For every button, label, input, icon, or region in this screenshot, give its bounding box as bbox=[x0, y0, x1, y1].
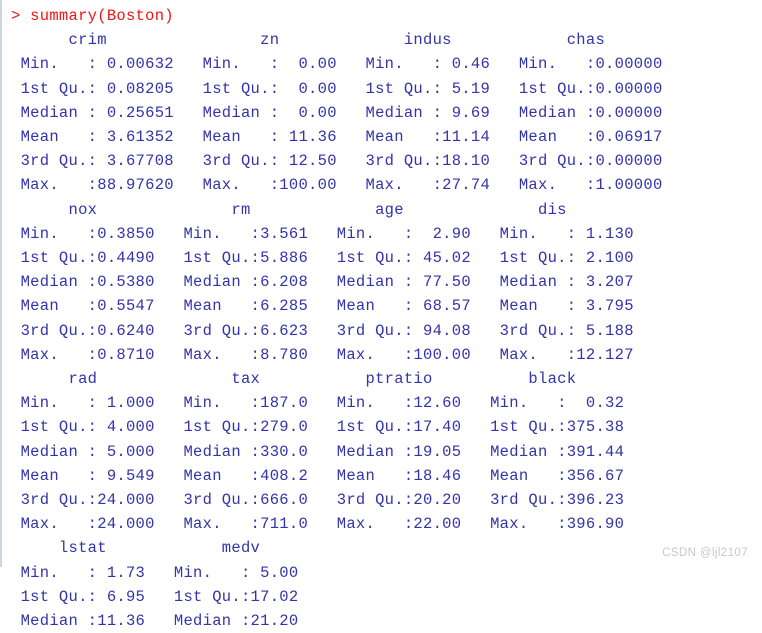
output-line: Min. : 0.00632 Min. : 0.00 Min. : 0.46 M… bbox=[11, 55, 682, 74]
output-line: 3rd Qu.:24.000 3rd Qu.:666.0 3rd Qu.:20.… bbox=[11, 491, 644, 510]
output-line: Max. :88.97620 Max. :100.00 Max. :27.74 … bbox=[11, 176, 682, 195]
csdn-watermark: CSDN @ljl2107 bbox=[662, 547, 748, 559]
output-line: Median :11.36 Median :21.20 bbox=[11, 612, 318, 631]
output-line: Median :0.5380 Median :6.208 Median : 77… bbox=[11, 273, 653, 292]
output-line: crim zn indus chas bbox=[11, 31, 682, 50]
output-line: Mean :0.5547 Mean :6.285 Mean : 68.57 Me… bbox=[11, 297, 653, 316]
output-line: Median : 5.000 Median :330.0 Median :19.… bbox=[11, 442, 644, 461]
output-line: Max. :24.000 Max. :711.0 Max. :22.00 Max… bbox=[11, 515, 644, 534]
output-line: Mean : 3.61352 Mean : 11.36 Mean :11.14 … bbox=[11, 128, 682, 147]
output-line: 1st Qu.: 4.000 1st Qu.:279.0 1st Qu.:17.… bbox=[11, 418, 644, 437]
output-line: Median : 0.25651 Median : 0.00 Median : … bbox=[11, 103, 682, 122]
output-line: rad tax ptratio black bbox=[11, 370, 644, 389]
output-line: Mean : 9.549 Mean :408.2 Mean :18.46 Mea… bbox=[11, 466, 644, 485]
output-line: Min. : 1.73 Min. : 5.00 bbox=[11, 563, 318, 582]
output-line: Min. : 1.000 Min. :187.0 Min. :12.60 Min… bbox=[11, 394, 644, 413]
output-line: 1st Qu.: 6.95 1st Qu.:17.02 bbox=[11, 587, 318, 606]
console-prompt-line: > summary(Boston) bbox=[11, 7, 174, 25]
output-line: 1st Qu.: 0.08205 1st Qu.: 0.00 1st Qu.: … bbox=[11, 79, 682, 98]
output-line: Max. :0.8710 Max. :8.780 Max. :100.00 Ma… bbox=[11, 345, 653, 364]
output-line: 3rd Qu.: 3.67708 3rd Qu.: 12.50 3rd Qu.:… bbox=[11, 152, 682, 171]
output-line: 3rd Qu.:0.6240 3rd Qu.:6.623 3rd Qu.: 94… bbox=[11, 321, 653, 340]
output-line: lstat medv bbox=[11, 539, 318, 558]
console-output-area[interactable]: > summary(Boston) crim zn indus chas Min… bbox=[0, 4, 762, 633]
output-line: 1st Qu.:0.4490 1st Qu.:5.886 1st Qu.: 45… bbox=[11, 249, 653, 268]
output-line: nox rm age dis bbox=[11, 200, 644, 219]
r-console-window[interactable]: > summary(Boston) crim zn indus chas Min… bbox=[0, 0, 762, 630]
output-line: Min. :0.3850 Min. :3.561 Min. : 2.90 Min… bbox=[11, 224, 653, 243]
